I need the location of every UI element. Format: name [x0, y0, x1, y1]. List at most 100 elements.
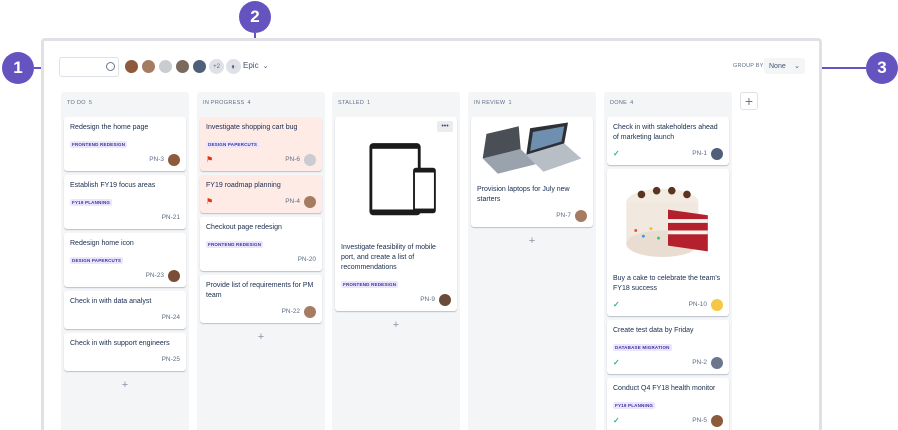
assignee-avatar — [711, 147, 723, 160]
card-title: Buy a cake to celebrate the team's FY18 … — [613, 275, 721, 292]
issue-key: PN-5 — [692, 417, 707, 424]
add-column-button[interactable]: + — [740, 92, 758, 110]
column-title: DONE — [610, 100, 628, 106]
issue-key: PN-25 — [161, 356, 180, 363]
issue-key: PN-3 — [149, 156, 164, 163]
column-done: DONE 4 Check in with stakeholders ahead o… — [604, 92, 732, 430]
add-card-button[interactable]: + — [64, 379, 186, 391]
card-title: FY19 roadmap planning — [206, 182, 281, 189]
issue-card[interactable]: Buy a cake to celebrate the team's FY18 … — [607, 169, 729, 316]
assignee-avatar — [439, 293, 451, 306]
issue-card[interactable]: FY19 roadmap planning ⚑ PN-4 — [200, 175, 322, 213]
card-title: Investigate shopping cart bug — [206, 124, 298, 131]
card-title: Provision laptops for July new starters — [477, 186, 570, 203]
column-header: IN PROGRESS 4 — [197, 92, 325, 114]
issue-key: PN-20 — [297, 256, 316, 263]
issue-card[interactable]: ••• Investigate feasibility of mobile po… — [335, 117, 457, 311]
epic-lozenge: FRONTEND REDESIGN — [70, 141, 128, 148]
column-title: STALLED — [338, 100, 365, 106]
issue-card[interactable]: Redesign the home page FRONTEND REDESIGN… — [64, 117, 186, 171]
issue-card[interactable]: Checkout page redesign FRONTEND REDESIGN… — [200, 217, 322, 271]
check-icon: ✓ — [613, 358, 620, 367]
avatars-more-badge[interactable]: +2 — [209, 59, 224, 74]
epic-lozenge: FRONTEND REDESIGN — [341, 281, 399, 288]
flag-icon: ⚑ — [206, 197, 214, 206]
card-title: Check in with support engineers — [70, 340, 170, 347]
column-title: IN PROGRESS — [203, 100, 245, 106]
column-count: 5 — [88, 100, 93, 106]
issue-card[interactable]: Provide list of requirements for PM team… — [200, 275, 322, 323]
epic-lozenge: DATABASE MIGRATION — [613, 344, 672, 351]
laptops-image — [482, 122, 582, 174]
issue-key: PN-6 — [285, 156, 300, 163]
column-todo: TO DO 5 Redesign the home page FRONTEND R… — [61, 92, 189, 430]
issue-card[interactable]: Redesign home icon DESIGN PAPERCUTS PN-2… — [64, 233, 186, 287]
search-icon — [106, 62, 115, 71]
assignee-avatar — [711, 414, 723, 427]
epic-lozenge: FY19 PLANNING — [70, 199, 113, 206]
card-title: Provide list of requirements for PM team — [206, 282, 314, 299]
devices-image — [369, 143, 436, 216]
column-in-progress: IN PROGRESS 4 Investigate shopping cart b… — [197, 92, 325, 430]
issue-key: PN-2 — [692, 359, 707, 366]
issue-key: PN-22 — [281, 308, 300, 315]
column-count: 4 — [630, 100, 634, 106]
callout-1: 1 — [2, 52, 34, 84]
groupby-dropdown[interactable]: None ⌄ — [764, 58, 805, 74]
more-actions-button[interactable]: ••• — [437, 121, 453, 132]
card-title: Establish FY19 focus areas — [70, 182, 156, 189]
avatar[interactable] — [124, 59, 139, 74]
issue-card[interactable]: Provision laptops for July new starters … — [471, 117, 593, 227]
issue-card[interactable]: Check in with support engineers PN-25 — [64, 333, 186, 371]
issue-key: PN-9 — [420, 296, 435, 303]
avatar[interactable] — [141, 59, 156, 74]
column-header: DONE 4 — [604, 92, 732, 114]
cake-image — [626, 186, 708, 258]
issue-key: PN-10 — [688, 301, 707, 308]
add-card-button[interactable]: + — [200, 331, 322, 343]
issue-key: PN-1 — [692, 150, 707, 157]
epic-lozenge: FY19 PLANNING — [613, 402, 656, 409]
issue-card[interactable]: Investigate shopping cart bug DESIGN PAP… — [200, 117, 322, 171]
flag-icon: ⚑ — [206, 155, 214, 164]
epic-lozenge: FRONTEND REDESIGN — [206, 241, 264, 248]
add-card-button[interactable]: + — [335, 319, 457, 331]
check-icon: ✓ — [613, 300, 620, 309]
card-title: Checkout page redesign — [206, 224, 282, 231]
check-icon: ✓ — [613, 416, 620, 425]
card-title: Investigate feasibility of mobile port, … — [341, 244, 436, 271]
assignee-avatar — [304, 305, 316, 318]
card-title: Check in with data analyst — [70, 298, 152, 305]
assignee-avatar — [711, 356, 723, 369]
avatar[interactable] — [192, 59, 207, 74]
callout-3: 3 — [866, 52, 898, 84]
column-stalled: STALLED 1 ••• Investigate feasibility of … — [332, 92, 460, 430]
issue-card[interactable]: Check in with stakeholders ahead of mark… — [607, 117, 729, 165]
issue-card[interactable]: Establish FY19 focus areas FY19 PLANNING… — [64, 175, 186, 229]
epic-filter-dropdown[interactable]: Epic ⌄ — [243, 61, 268, 70]
avatar-filter-group: +2 ● — [124, 59, 241, 74]
card-title: Create test data by Friday — [613, 327, 694, 334]
issue-key: PN-23 — [145, 272, 164, 279]
card-title: Redesign the home page — [70, 124, 149, 131]
issue-card[interactable]: Check in with data analyst PN-24 — [64, 291, 186, 329]
issue-card[interactable]: Conduct Q4 FY18 health monitor FY19 PLAN… — [607, 378, 729, 430]
column-title: TO DO — [67, 100, 86, 106]
assignee-avatar — [711, 298, 723, 311]
chevron-down-icon: ⌄ — [262, 62, 269, 70]
column-header: IN REVIEW 1 — [468, 92, 596, 114]
avatar[interactable] — [158, 59, 173, 74]
avatar[interactable] — [175, 59, 190, 74]
issue-card[interactable]: Create test data by Friday DATABASE MIGR… — [607, 320, 729, 374]
card-title: Conduct Q4 FY18 health monitor — [613, 385, 716, 392]
column-count: 1 — [367, 100, 371, 106]
add-card-button[interactable]: + — [471, 235, 593, 247]
column-in-review: IN REVIEW 1 Provision laptops for July ne… — [468, 92, 596, 430]
issue-key: PN-21 — [161, 214, 180, 221]
callout-2: 2 — [239, 1, 271, 33]
search-input[interactable] — [59, 57, 119, 77]
issue-key: PN-24 — [161, 314, 180, 321]
issue-key: PN-7 — [556, 212, 571, 219]
epic-lozenge: DESIGN PAPERCUTS — [206, 141, 260, 148]
check-icon: ✓ — [613, 149, 620, 158]
